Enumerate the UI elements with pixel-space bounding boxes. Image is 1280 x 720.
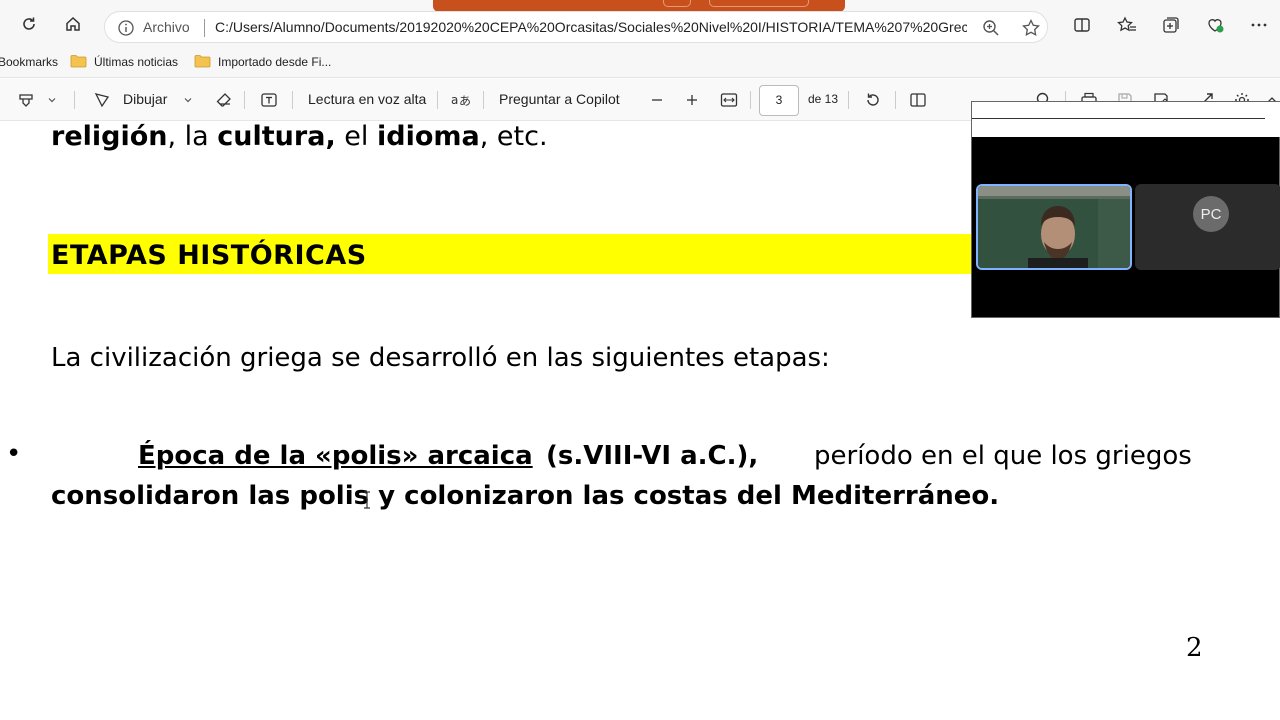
zoom-in-icon[interactable]: [682, 90, 702, 110]
chevron-down-icon[interactable]: [178, 90, 198, 110]
bookmark-item[interactable]: Últimas noticias: [94, 55, 178, 69]
toolbar-divider: [750, 91, 751, 109]
draw-button[interactable]: Dibujar: [123, 91, 167, 107]
toolbar-divider: [483, 91, 484, 109]
zoom-out-icon[interactable]: [647, 90, 667, 110]
participant-tile[interactable]: PC: [1135, 184, 1280, 270]
bullet-title: Época de la «polis» arcaica: [138, 441, 533, 471]
eraser-icon[interactable]: [214, 90, 234, 110]
participant-avatar: PC: [1193, 196, 1229, 232]
chevron-down-icon[interactable]: [42, 90, 62, 110]
address-divider: [204, 19, 205, 37]
share-banner-control[interactable]: [709, 0, 809, 7]
bullet-dot: •: [6, 439, 22, 469]
draw-icon[interactable]: [92, 90, 112, 110]
page-view-icon[interactable]: [908, 90, 928, 110]
address-url[interactable]: C:/Users/Alumno/Documents/20192020%20CEP…: [215, 19, 967, 35]
address-bar[interactable]: Archivo C:/Users/Alumno/Documents/201920…: [104, 11, 1048, 43]
page-number: 2: [1186, 633, 1203, 663]
share-banner-control[interactable]: [663, 0, 691, 7]
participant-video-feed: [978, 186, 1130, 268]
text-line-previous: religión, la cultura, el idioma, etc.: [51, 121, 548, 152]
page-number-input[interactable]: 3: [759, 85, 799, 116]
toolbar-divider: [437, 91, 438, 109]
bookmarks-bar: Bookmarks Últimas noticias Importado des…: [0, 48, 1280, 78]
bold-word: cultura,: [217, 121, 336, 152]
toolbar-divider: [74, 91, 75, 109]
more-options-icon[interactable]: [1248, 14, 1270, 36]
highlight-icon[interactable]: [16, 90, 36, 110]
translate-icon[interactable]: aあ: [450, 90, 470, 110]
page-total-label: de 13: [808, 92, 839, 106]
bullet-dates: (s.VIII-VI a.C.),: [546, 441, 759, 471]
read-aloud-button[interactable]: Lectura en voz alta: [308, 91, 426, 107]
address-scheme-label: Archivo: [143, 19, 190, 35]
bookmark-item[interactable]: Importado desde Fi...: [218, 55, 331, 69]
collections-icon[interactable]: [1160, 14, 1182, 36]
svg-text:a: a: [451, 93, 458, 107]
bullet-continuation: consolidaron las polis y colonizaron las…: [51, 481, 1000, 511]
ask-copilot-button[interactable]: Preguntar a Copilot: [499, 91, 620, 107]
rotate-icon[interactable]: [863, 90, 883, 110]
zoom-icon[interactable]: [981, 18, 1001, 38]
section-heading: ETAPAS HISTÓRICAS: [51, 240, 367, 271]
refresh-icon[interactable]: [17, 12, 41, 36]
bullet-description: período en el que los griegos: [814, 441, 1192, 471]
browser-toolbar: Archivo C:/Users/Alumno/Documents/201920…: [0, 0, 1280, 48]
svg-text:あ: あ: [459, 94, 470, 108]
toolbar-divider: [895, 91, 896, 109]
participant-video-tile[interactable]: [976, 184, 1132, 270]
home-icon[interactable]: [61, 12, 85, 36]
text-cursor-icon: [364, 491, 370, 509]
extensions-heart-icon[interactable]: [1204, 14, 1226, 36]
favorite-star-icon[interactable]: [1021, 18, 1041, 38]
bold-word: idioma: [376, 121, 480, 152]
info-icon[interactable]: [117, 19, 135, 37]
fit-width-icon[interactable]: [719, 90, 739, 110]
intro-paragraph: La civilización griega se desarrolló en …: [51, 343, 830, 373]
folder-icon: [70, 55, 87, 68]
video-window-header[interactable]: [972, 102, 1280, 137]
bold-word: religión: [51, 121, 168, 152]
toolbar-divider: [244, 91, 245, 109]
favorites-icon[interactable]: [1116, 14, 1138, 36]
toolbar-divider: [848, 91, 849, 109]
text-box-icon[interactable]: [259, 90, 279, 110]
bookmark-item[interactable]: Bookmarks: [0, 55, 58, 69]
folder-icon: [194, 55, 211, 68]
toolbar-divider: [292, 91, 293, 109]
video-call-window[interactable]: PC: [971, 101, 1280, 318]
split-screen-icon[interactable]: [1071, 14, 1093, 36]
